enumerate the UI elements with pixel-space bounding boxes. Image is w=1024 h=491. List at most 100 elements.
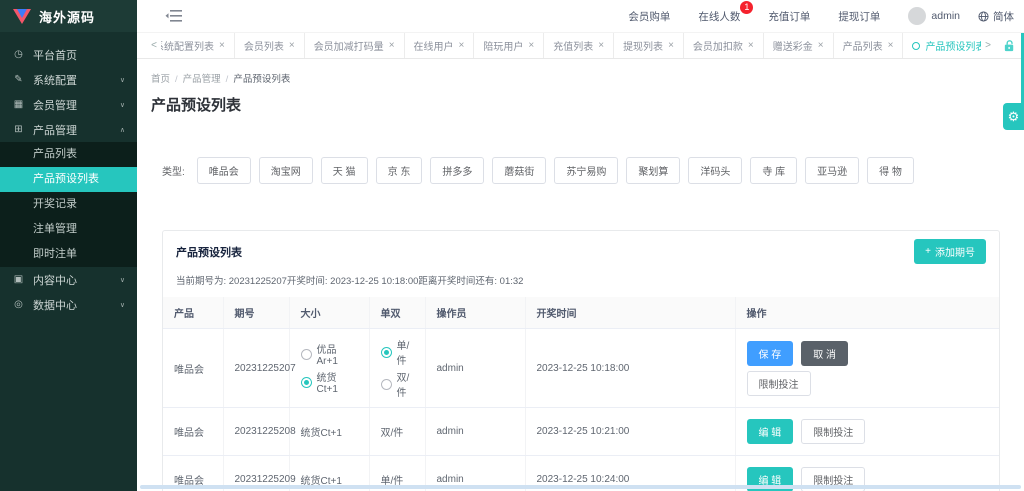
save-button[interactable]: 保 存: [747, 341, 794, 366]
tabs-scroll-left[interactable]: <: [147, 33, 161, 58]
limit-bet-button[interactable]: 限制投注: [747, 371, 811, 396]
size-radio-group-option[interactable]: 统货Ct+1: [301, 369, 358, 395]
filter-option-button[interactable]: 天 猫: [321, 157, 368, 184]
filter-option-button[interactable]: 蘑菇街: [492, 157, 546, 184]
globe-icon: [978, 11, 989, 22]
tabs-strip: 系统配置列表×会员列表×会员加减打码量×在线用户×陪玩用户×充值列表×提现列表×…: [161, 33, 981, 58]
tabs-scroll-right[interactable]: >: [981, 33, 995, 58]
filter-option-button[interactable]: 寺 库: [750, 157, 797, 184]
content: 首页/产品管理/产品预设列表 产品预设列表 类型: 唯品会淘宝网天 猫京 东拼多…: [137, 59, 1024, 491]
tab-陪玩用户[interactable]: 陪玩用户×: [474, 33, 544, 58]
collapse-sidebar-icon[interactable]: [165, 9, 183, 23]
topnav-link[interactable]: 在线人数1: [698, 9, 740, 24]
sidebar-item-member-management[interactable]: ▦会员管理∨: [0, 92, 137, 117]
sidebar-subitem-draw-records[interactable]: 开奖记录: [0, 192, 137, 217]
lock-icon[interactable]: [1003, 33, 1016, 58]
close-icon[interactable]: ×: [888, 40, 894, 51]
sidebar-subitem-realtime-orders[interactable]: 即时注单: [0, 242, 137, 267]
sidebar-subitem-product-list[interactable]: 产品列表: [0, 142, 137, 167]
tab-系统配置列表[interactable]: 系统配置列表×: [161, 33, 235, 58]
close-icon[interactable]: ×: [389, 40, 395, 51]
language-label: 简体: [993, 9, 1014, 24]
tab-会员列表[interactable]: 会员列表×: [235, 33, 305, 58]
filter-option-button[interactable]: 唯品会: [197, 157, 251, 184]
table-row: 唯品会20231225208统货Ct+1双/件admin2023-12-25 1…: [163, 408, 999, 456]
radio-icon: [381, 379, 392, 390]
close-icon[interactable]: ×: [668, 40, 674, 51]
chevron-up-icon: ∧: [120, 126, 125, 134]
grid-icon: ▦: [12, 99, 25, 110]
close-icon[interactable]: ×: [289, 40, 295, 51]
tab-label: 充值列表: [553, 38, 593, 53]
close-icon[interactable]: ×: [598, 40, 604, 51]
radio-label: 优品Ar+1: [317, 341, 358, 367]
filter-option-button[interactable]: 得 物: [867, 157, 914, 184]
filter-option-button[interactable]: 聚划算: [626, 157, 680, 184]
sidebar-submenu: 产品列表产品预设列表开奖记录注单管理即时注单: [0, 142, 137, 267]
breadcrumb-item[interactable]: 产品管理: [183, 74, 221, 85]
tab-会员加减打码量[interactable]: 会员加减打码量×: [305, 33, 405, 58]
filter-option-button[interactable]: 苏宁易购: [554, 157, 618, 184]
close-icon[interactable]: ×: [818, 40, 824, 51]
radio-icon: [301, 377, 312, 388]
topnav-link[interactable]: 提现订单: [838, 9, 880, 24]
topnav-link[interactable]: 会员购单: [628, 9, 670, 24]
cell-actions: 保 存取 消限制投注: [735, 329, 999, 408]
close-icon[interactable]: ×: [219, 40, 225, 51]
close-icon[interactable]: ×: [459, 40, 465, 51]
sidebar-subitem-order-management[interactable]: 注单管理: [0, 217, 137, 242]
tabs-viewport: 系统配置列表×会员列表×会员加减打码量×在线用户×陪玩用户×充值列表×提现列表×…: [161, 33, 981, 58]
cell-issue: 20231225207: [223, 329, 289, 408]
cell-operator: admin: [425, 329, 525, 408]
logo[interactable]: 海外源码: [0, 0, 137, 32]
close-icon[interactable]: ×: [528, 40, 534, 51]
chevron-down-icon: ∨: [120, 301, 125, 309]
tab-产品列表[interactable]: 产品列表 ×: [834, 33, 904, 58]
app-window: 海外源码 ◷平台首页✎系统配置∨▦会员管理∨⊞产品管理∧产品列表产品预设列表开奖…: [0, 0, 1024, 491]
add-issue-button[interactable]: + 添加期号: [914, 239, 986, 264]
topnav-link[interactable]: 充值订单: [768, 9, 810, 24]
filter-option-button[interactable]: 京 东: [376, 157, 423, 184]
limit-bet-button[interactable]: 限制投注: [801, 419, 865, 444]
tab-label: 产品列表: [843, 38, 883, 53]
parity-radio-group-option[interactable]: 双/件: [381, 369, 414, 399]
page-title: 产品预设列表: [151, 94, 1024, 115]
settings-gear-button[interactable]: ⚙: [1003, 103, 1024, 130]
user-menu[interactable]: admin: [908, 7, 960, 25]
card-header: 产品预设列表 + 添加期号: [163, 231, 999, 270]
filter-option-button[interactable]: 亚马逊: [805, 157, 859, 184]
breadcrumb-item: 产品预设列表: [233, 74, 290, 85]
cancel-button[interactable]: 取 消: [801, 341, 848, 366]
sidebar-subitem-product-preset-list[interactable]: 产品预设列表: [0, 167, 137, 192]
preset-table: 产品期号大小单双操作员开奖时间操作 唯品会20231225207优品Ar+1统货…: [163, 297, 999, 491]
cell-actions: 编 辑限制投注: [735, 408, 999, 456]
sidebar-item-product-management[interactable]: ⊞产品管理∧: [0, 117, 137, 142]
sidebar-item-platform-home[interactable]: ◷平台首页: [0, 42, 137, 67]
tab-会员加扣款[interactable]: 会员加扣款×: [684, 33, 764, 58]
row-actions: 保 存取 消限制投注: [747, 341, 989, 396]
sidebar-item-content-center[interactable]: ▣内容中心∨: [0, 267, 137, 292]
sidebar-item-data-center[interactable]: ◎数据中心∨: [0, 292, 137, 317]
parity-radio-group-option[interactable]: 单/件: [381, 337, 414, 367]
parity-radio-group: 单/件双/件: [381, 337, 414, 399]
horizontal-scrollbar[interactable]: [140, 485, 1021, 489]
cell-size: 统货Ct+1: [289, 408, 369, 456]
topbar: 会员购单 在线人数1 充值订单 提现订单 admin 简体: [137, 0, 1024, 32]
close-icon[interactable]: ×: [748, 40, 754, 51]
filter-option-button[interactable]: 淘宝网: [259, 157, 313, 184]
tab-产品预设列表[interactable]: 产品预设列表×: [903, 33, 981, 58]
filter-option-button[interactable]: 拼多多: [430, 157, 484, 184]
sidebar-item-label: 数据中心: [33, 297, 77, 313]
edit-button[interactable]: 编 辑: [747, 419, 794, 444]
breadcrumb-item[interactable]: 首页: [151, 74, 170, 85]
language-switch[interactable]: 简体: [978, 9, 1014, 24]
column-header: 期号: [223, 297, 289, 329]
size-radio-group-option[interactable]: 优品Ar+1: [301, 341, 358, 367]
tab-赠送彩金[interactable]: 赠送彩金×: [764, 33, 834, 58]
tab-提现列表[interactable]: 提现列表×: [614, 33, 684, 58]
tab-充值列表[interactable]: 充值列表 ×: [544, 33, 614, 58]
sidebar-item-system-config[interactable]: ✎系统配置∨: [0, 67, 137, 92]
row-actions: 编 辑限制投注: [747, 419, 989, 444]
filter-option-button[interactable]: 洋码头: [688, 157, 742, 184]
tab-在线用户[interactable]: 在线用户×: [405, 33, 475, 58]
